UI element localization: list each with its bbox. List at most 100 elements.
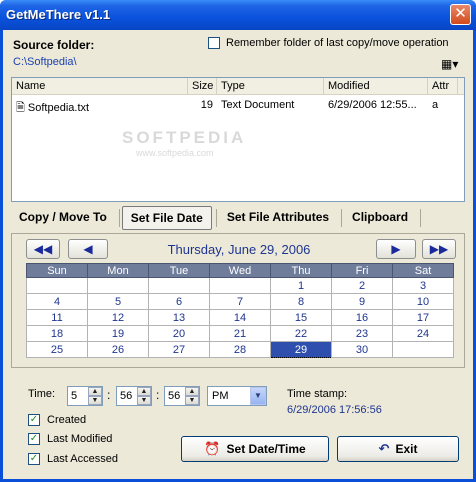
calendar-day[interactable]: 13 [148, 309, 210, 326]
calendar-day[interactable]: 28 [209, 341, 271, 358]
calendar-day[interactable]: 19 [87, 325, 149, 342]
hour-spinner[interactable]: 5 ▲ ▼ [67, 386, 103, 406]
spin-up-icon[interactable]: ▲ [88, 387, 102, 396]
calendar-day[interactable]: 18 [26, 325, 88, 342]
file-row[interactable]: 🗎 Softpedia.txt 19 Text Document 6/29/20… [12, 98, 464, 114]
calendar-day[interactable]: 20 [148, 325, 210, 342]
weekday-header: Thu [270, 263, 332, 278]
tab-clipboard[interactable]: Clipboard [344, 206, 416, 230]
undo-arrow-icon: ↶ [378, 441, 390, 456]
calendar-day[interactable]: 2 [331, 277, 393, 294]
calendar-day[interactable]: 29 [270, 341, 332, 358]
check-icon[interactable]: ✓ [28, 453, 40, 465]
calendar-day[interactable]: 23 [331, 325, 393, 342]
second-value[interactable]: 56 [165, 390, 185, 402]
calendar-day[interactable]: 25 [26, 341, 88, 358]
calendar-day[interactable]: 4 [26, 293, 88, 310]
spin-down-icon[interactable]: ▼ [185, 396, 199, 405]
calendar-day[interactable]: 9 [331, 293, 393, 310]
check-icon[interactable]: ✓ [28, 414, 40, 426]
calendar-day[interactable]: 16 [331, 309, 393, 326]
prev-year-button[interactable]: ◀◀ [26, 239, 60, 259]
next-year-button[interactable]: ▶▶ [422, 239, 456, 259]
timestamp-label: Time stamp: [287, 388, 348, 400]
tab-separator [420, 209, 422, 227]
weekday-header-row: Sun Mon Tue Wed Thu Fri Sat [26, 263, 454, 278]
calendar-week-row: 4 5 6 7 8 9 10 [26, 293, 454, 310]
calendar-day[interactable]: 6 [148, 293, 210, 310]
spin-down-icon[interactable]: ▼ [137, 396, 151, 405]
column-header-name[interactable]: Name [12, 78, 188, 94]
chevron-down-icon[interactable]: ▼ [250, 387, 266, 405]
calendar-day[interactable]: 22 [270, 325, 332, 342]
timestamp-value: 6/29/2006 17:56:56 [287, 404, 382, 416]
text-file-icon: 🗎 [16, 102, 25, 114]
calendar-day[interactable]: 26 [87, 341, 149, 358]
calendar-day[interactable]: 12 [87, 309, 149, 326]
calendar-day[interactable]: 7 [209, 293, 271, 310]
file-list[interactable]: Name Size Type Modified Attr 🗎 Softpedia… [11, 77, 465, 202]
calendar-day[interactable]: 11 [26, 309, 88, 326]
exit-button[interactable]: ↶ Exit [337, 436, 459, 462]
remember-folder-checkbox[interactable]: Remember folder of last copy/move operat… [208, 37, 449, 49]
close-button[interactable]: ✕ [450, 4, 471, 25]
watermark-url: www.softpedia.com [136, 148, 214, 158]
calendar-day[interactable]: 15 [270, 309, 332, 326]
hour-value[interactable]: 5 [68, 390, 88, 402]
exit-label: Exit [395, 442, 418, 456]
calendar-empty-cell [87, 277, 149, 294]
calendar-day[interactable]: 1 [270, 277, 332, 294]
time-separator: : [107, 388, 111, 402]
column-header-attr[interactable]: Attr [428, 78, 458, 94]
app-window: GetMeThere v1.1 ✕ Source folder: C:\Soft… [0, 0, 476, 482]
column-header-type[interactable]: Type [217, 78, 324, 94]
calendar-empty-cell [148, 277, 210, 294]
calendar-day[interactable]: 30 [331, 341, 393, 358]
calendar-week-row: 11 12 13 14 15 16 17 [26, 309, 454, 326]
check-icon[interactable]: ✓ [28, 433, 40, 445]
second-arrows: ▲ ▼ [185, 387, 199, 405]
tab-set-file-attributes[interactable]: Set File Attributes [219, 206, 337, 230]
spin-up-icon[interactable]: ▲ [185, 387, 199, 396]
prev-month-button[interactable]: ◀ [68, 239, 108, 259]
ampm-dropdown[interactable]: PM ▼ [207, 386, 267, 406]
checkbox-box[interactable] [208, 37, 220, 49]
calendar-day[interactable]: 17 [392, 309, 454, 326]
spin-down-icon[interactable]: ▼ [88, 396, 102, 405]
last-modified-checkbox[interactable]: ✓ Last Modified [28, 433, 112, 445]
weekday-header: Sun [26, 263, 88, 278]
second-spinner[interactable]: 56 ▲ ▼ [164, 386, 200, 406]
tab-set-file-date[interactable]: Set File Date [121, 206, 212, 230]
set-date-time-button[interactable]: ⏰ Set Date/Time [181, 436, 329, 462]
weekday-header: Sat [392, 263, 454, 278]
created-label: Created [47, 414, 87, 426]
calendar-day[interactable]: 3 [392, 277, 454, 294]
minute-spinner[interactable]: 56 ▲ ▼ [116, 386, 152, 406]
title-bar[interactable]: GetMeThere v1.1 ✕ [0, 0, 476, 30]
column-header-size[interactable]: Size [188, 78, 217, 94]
calendar-day[interactable]: 10 [392, 293, 454, 310]
calendar-day[interactable]: 14 [209, 309, 271, 326]
source-folder-path[interactable]: C:\Softpedia\ [13, 56, 77, 68]
file-type: Text Document [221, 99, 295, 111]
created-checkbox[interactable]: ✓ Created [28, 414, 86, 426]
window-title: GetMeThere v1.1 [6, 7, 111, 22]
calendar-week-row: 25 26 27 28 29 30 [26, 341, 454, 358]
next-month-button[interactable]: ▶ [376, 239, 416, 259]
calendar-panel: ◀◀ ◀ Thursday, June 29, 2006 ▶ ▶▶ Sun Mon… [11, 233, 465, 368]
calendar-day[interactable]: 8 [270, 293, 332, 310]
column-header-modified[interactable]: Modified [324, 78, 428, 94]
weekday-header: Tue [148, 263, 210, 278]
calendar-day[interactable]: 27 [148, 341, 210, 358]
minute-value[interactable]: 56 [117, 390, 137, 402]
last-accessed-checkbox[interactable]: ✓ Last Accessed [28, 453, 118, 465]
view-menu-icon[interactable]: ▦▾ [441, 57, 465, 71]
file-size: 19 [200, 99, 213, 111]
tab-copy-move[interactable]: Copy / Move To [11, 206, 115, 230]
hour-arrows: ▲ ▼ [88, 387, 102, 405]
calendar-day[interactable]: 5 [87, 293, 149, 310]
calendar-day[interactable]: 24 [392, 325, 454, 342]
spin-up-icon[interactable]: ▲ [137, 387, 151, 396]
calendar-day[interactable]: 21 [209, 325, 271, 342]
file-name: Softpedia.txt [27, 102, 90, 114]
